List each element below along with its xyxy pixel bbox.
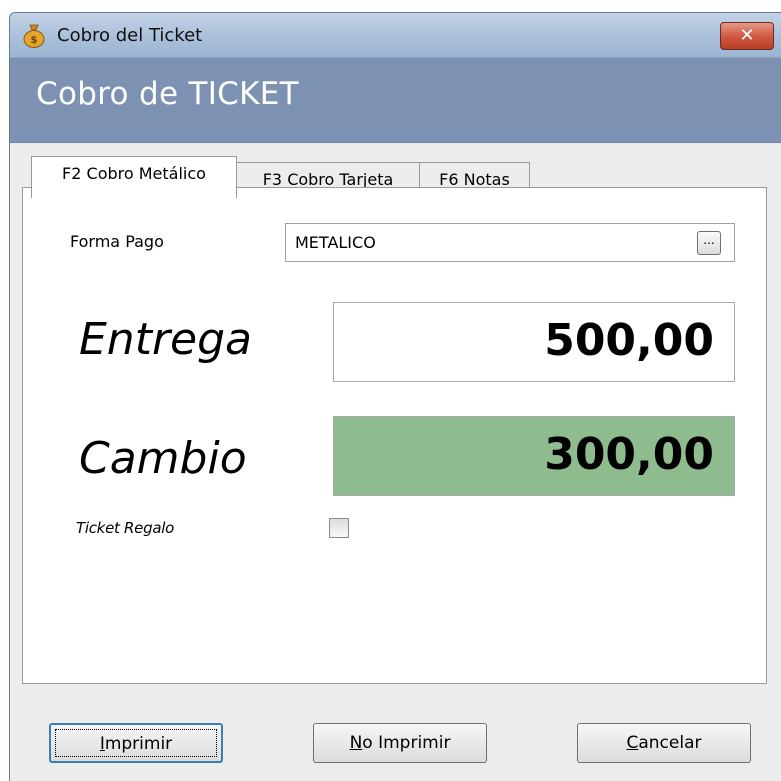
entrega-label: Entrega <box>79 314 252 365</box>
ticket-regalo-checkbox[interactable] <box>329 518 349 538</box>
cancelar-mnemonic: C <box>626 733 639 753</box>
title-bar[interactable]: $ Cobro del Ticket ✕ <box>10 13 781 58</box>
header-band: Cobro de TICKET <box>10 58 781 143</box>
tab-panel: Forma Pago METALICO ... Entrega 500,00 C… <box>22 187 767 684</box>
entrega-input[interactable]: 500,00 <box>333 302 735 382</box>
ticket-regalo-label: Ticket Regalo <box>76 519 174 537</box>
close-button[interactable]: ✕ <box>720 22 774 50</box>
money-bag-icon: $ <box>23 24 45 48</box>
no-imprimir-button[interactable]: No Imprimir <box>313 723 487 763</box>
cambio-label: Cambio <box>79 433 247 484</box>
imprimir-button[interactable]: Imprimir <box>49 723 223 763</box>
forma-pago-label: Forma Pago <box>70 232 164 251</box>
forma-pago-field[interactable]: METALICO ... <box>285 223 735 262</box>
close-icon: ✕ <box>739 25 755 46</box>
page-title: Cobro de TICKET <box>36 76 299 112</box>
cambio-value: 300,00 <box>544 429 714 480</box>
cancelar-button[interactable]: Cancelar <box>577 723 751 763</box>
cambio-display: 300,00 <box>333 416 735 496</box>
tab-label: F2 Cobro Metálico <box>62 164 206 183</box>
svg-text:$: $ <box>31 35 38 46</box>
cancelar-label: ancelar <box>638 733 702 753</box>
no-imprimir-label: o Imprimir <box>362 733 451 753</box>
no-imprimir-mnemonic: N <box>349 733 363 753</box>
tab-cobro-metalico[interactable]: F2 Cobro Metálico <box>31 156 237 198</box>
focus-rectangle <box>55 729 217 757</box>
entrega-value: 500,00 <box>544 315 714 366</box>
forma-pago-value: METALICO <box>295 233 376 252</box>
window-title: Cobro del Ticket <box>57 25 203 46</box>
forma-pago-lookup-button[interactable]: ... <box>697 231 721 255</box>
